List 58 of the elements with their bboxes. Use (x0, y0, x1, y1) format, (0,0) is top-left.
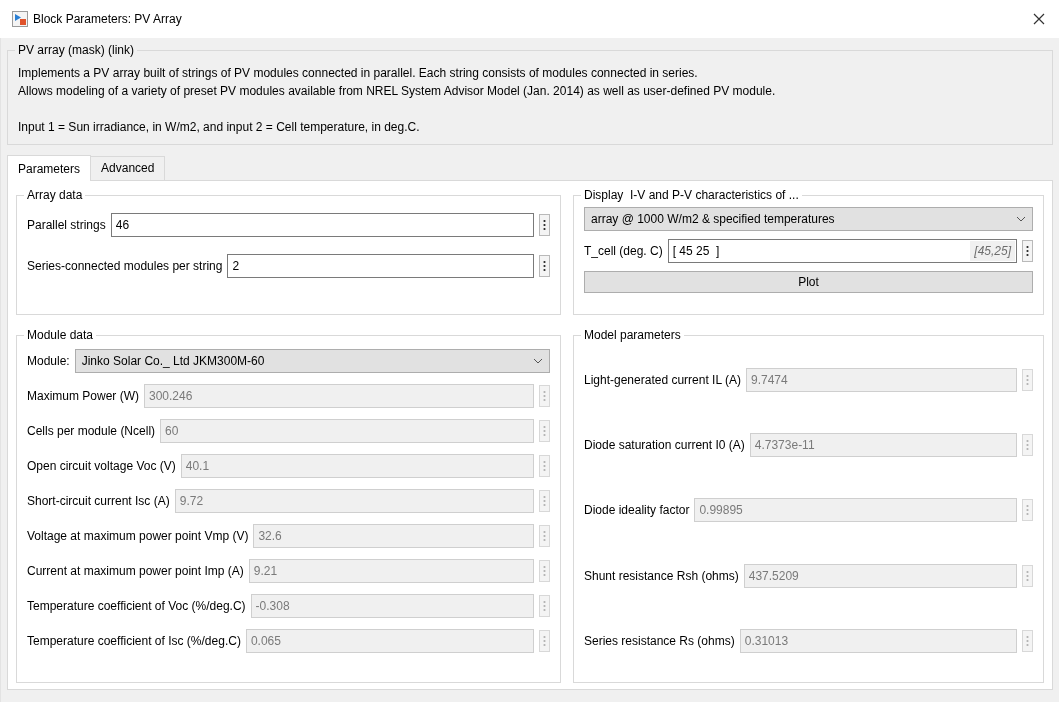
vertical-dots-icon (543, 460, 546, 472)
vertical-dots-icon (1026, 439, 1029, 452)
vertical-dots-icon (543, 425, 546, 437)
more-button[interactable] (1022, 240, 1033, 262)
evaluated-value: [45,25] (970, 241, 1015, 261)
group-title: Model parameters (583, 327, 682, 343)
vertical-dots-icon (543, 600, 546, 612)
tab[interactable]: Parameters (7, 155, 92, 181)
vertical-dots-icon (1026, 635, 1029, 648)
vertical-dots-icon (543, 219, 546, 231)
chevron-down-icon (533, 358, 543, 364)
field-label: Diode ideality factor (584, 502, 690, 520)
dropdown-value: array @ 1000 W/m2 & specified temperatures (591, 211, 835, 228)
vertical-dots-icon (543, 530, 546, 542)
field-label: Light-generated current IL (A) (584, 371, 741, 389)
vertical-dots-icon (1026, 569, 1029, 582)
group-title: Display I-V and P-V characteristics of ... (583, 187, 800, 203)
field-label: Series resistance Rs (ohms) (584, 633, 735, 651)
field-label: Shunt resistance Rsh (ohms) (584, 567, 739, 585)
field-label: Voltage at maximum power point Vmp (V) (27, 528, 249, 545)
window-title: Block Parameters: PV Array (33, 11, 182, 28)
field-label: Temperature coefficient of Isc (%/deg.C) (27, 633, 241, 650)
field-label: Module: (27, 353, 70, 370)
group-title: PV array (mask) (link) (17, 42, 135, 58)
chevron-down-icon (1016, 216, 1026, 222)
block-icon (12, 11, 28, 27)
description-text: Input 1 = Sun irradiance, in W/m2, and input 2 = Cell temperature, in deg.C. (18, 119, 421, 136)
group-title: Module data (26, 327, 95, 343)
plot-button[interactable]: Plot (584, 271, 1033, 293)
field-label: Open circuit voltage Voc (V) (27, 458, 176, 475)
vertical-dots-icon (543, 635, 546, 647)
description-text: Implements a PV array built of strings of PV modules connected in parallel. Each string consists of modules connected in series. Allows modeling of a variety of preset PV modules available from NREL System Advisor Model (Jan. 2014) as well as user-defined PV module. (18, 65, 777, 100)
group-title: Array data (26, 187, 84, 203)
vertical-dots-icon (1026, 245, 1029, 257)
field-label: Current at maximum power point Imp (A) (27, 563, 244, 580)
vertical-dots-icon (543, 565, 546, 577)
field-label: Short-circuit current Isc (A) (27, 493, 170, 510)
vertical-dots-icon (543, 390, 546, 402)
input-field[interactable]: 2 (227, 254, 534, 278)
input-field[interactable]: 46 (110, 213, 534, 237)
vertical-dots-icon (1026, 504, 1029, 517)
field-label: Maximum Power (W) (27, 388, 139, 405)
dropdown-value: Jinko Solar Co._ Ltd JKM300M-60 (81, 353, 265, 370)
field-label: Cells per module (Ncell) (27, 423, 156, 440)
field-label: Series-connected modules per string (27, 258, 223, 275)
close-icon[interactable] (1033, 13, 1045, 25)
field-label: T_cell (deg. C) (584, 243, 663, 260)
more-button[interactable] (539, 214, 550, 236)
module-dropdown[interactable]: Jinko Solar Co._ Ltd JKM300M-60 (74, 349, 550, 373)
field-label: Diode saturation current I0 (A) (584, 437, 745, 455)
vertical-dots-icon (543, 260, 546, 272)
vertical-dots-icon (1026, 373, 1029, 386)
characteristics-dropdown[interactable]: array @ 1000 W/m2 & specified temperatures (584, 207, 1033, 231)
more-button[interactable] (539, 255, 550, 277)
vertical-dots-icon (543, 495, 546, 507)
tab[interactable]: Advanced (90, 156, 166, 180)
field-label: Temperature coefficient of Voc (%/deg.C) (27, 598, 246, 615)
field-label: Parallel strings (27, 217, 106, 234)
